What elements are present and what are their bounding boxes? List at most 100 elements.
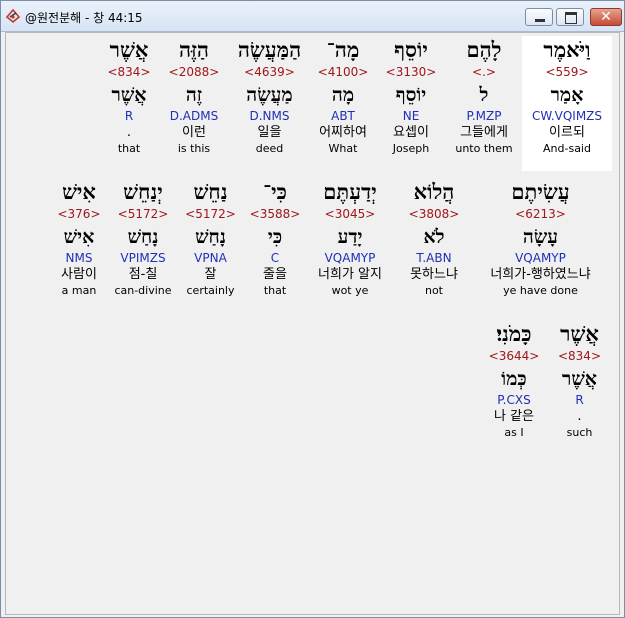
english-gloss: What [328,142,358,155]
english-gloss: unto them [455,142,513,155]
strong-number: <4100> [317,65,369,79]
parsing-code: VPNA [194,251,227,265]
parsing-code: R [575,393,584,407]
word-column[interactable]: יְדַעְתֶּם <3045> יָדַע VQAMYP 너희가 알지 wot ye [305,178,395,313]
strong-number: <2088> [168,65,220,79]
english-gloss: And-said [543,142,591,155]
parsing-code: D.NMS [249,109,290,123]
hebrew-word: כִּי־ [263,179,287,204]
strong-number: <5172> [117,207,169,221]
hebrew-word: אֲשֶׁר [560,321,599,346]
hebrew-lemma: יוֹסֵף [395,84,427,106]
hebrew-lemma: נָחַשׁ [195,226,226,248]
strong-number: <376> [57,207,101,221]
strong-number: <834> [107,65,151,79]
korean-gloss: 어찌하여 [319,125,367,140]
strong-number: <834> [557,349,601,363]
hebrew-word: לָהֶם [466,37,502,62]
word-column[interactable]: הַמַּעֲשֶׂה <4639> מַעֲשֶׂה D.NMS 일을 deed [229,36,310,171]
strong-number: <3045> [324,207,376,221]
hebrew-lemma: לֹא [423,226,445,248]
english-gloss: Joseph [392,142,430,155]
hebrew-word: נַחֵשׁ [193,179,228,204]
strong-number: <3588> [249,207,301,221]
hebrew-lemma: יָדַע [337,226,363,248]
word-column[interactable]: מָה־ <4100> מָה ABT 어찌하여 What [310,36,376,171]
hebrew-lemma: זֶה [185,84,203,106]
word-column[interactable]: יוֹסֵף <3130> יוֹסֵף NE 요셉이 Joseph [376,36,446,171]
hebrew-word: אֲשֶׁר [109,37,149,62]
english-gloss: that [117,142,141,155]
maximize-button[interactable] [556,8,584,26]
close-icon: ✕ [600,9,612,25]
strong-number: <5172> [185,207,236,221]
hebrew-word: כָּמֹנִי׃ [496,321,532,346]
english-gloss: certainly [186,284,235,297]
close-button[interactable]: ✕ [590,8,622,26]
strong-number: <6213> [515,207,566,221]
hebrew-lemma: נָחַשׁ [127,226,159,248]
hebrew-lemma: כְּמוֹ [501,368,527,390]
english-gloss: deed [255,142,284,155]
word-column[interactable]: עֲשִׂיתֶם <6213> עָשָׂה VQAMYP 너희가-행하였느냐 ye h… [473,178,608,313]
title-bar[interactable]: @원전분해 - 창 44:15 ✕ [1,1,624,32]
minimize-button[interactable] [525,8,553,26]
english-gloss: not [424,284,443,297]
hebrew-lemma: מָה [331,84,355,106]
strong-number: <559> [545,65,589,79]
hebrew-word: וַיֹּאמֶר [543,37,591,62]
parsing-code: ABT [331,109,355,123]
word-column[interactable]: הֲלוֹא <3808> לֹא T.ABN 못하느냐 not [395,178,473,313]
hebrew-lemma: עָשָׂה [522,226,559,248]
parsing-code: CW.VQIMZS [531,109,603,123]
parsing-code: D.ADMS [169,109,219,123]
hebrew-word: אִישׁ [62,179,96,204]
word-column[interactable]: יְנַחֵשׁ <5172> נָחַשׁ VPIMZS 점-칠 can-divine [110,178,176,313]
app-window: @원전분해 - 창 44:15 ✕ וַיֹּאמֶר <559> אָמַר CW.… [0,0,625,618]
hebrew-lemma: כִּי [267,226,283,248]
hebrew-word: מָה־ [326,37,360,62]
strong-number: <3808> [408,207,460,221]
word-column[interactable]: לָהֶם <.> ל P.MZP 그들에게 unto them [446,36,522,171]
english-gloss: such [566,426,593,439]
word-column[interactable]: נַחֵשׁ <5172> נָחַשׁ VPNA 잘 certainly [176,178,245,313]
parsing-code: R [124,109,134,123]
korean-gloss: 나 같은 [493,409,534,424]
hebrew-lemma: אֲשֶׁר [111,84,147,106]
english-gloss: that [263,284,287,297]
korean-gloss: 줄을 [263,267,287,282]
english-gloss: can-divine [114,284,172,297]
strong-number: <4639> [244,65,295,79]
word-column[interactable]: אִישׁ <376> אִישׁ NMS 사람이 a man [48,178,110,313]
parsing-code: VQAMYP [324,251,376,265]
hebrew-word: יְנַחֵשׁ [123,179,163,204]
window-title: @원전분해 - 창 44:15 [25,11,143,25]
minimize-icon [535,19,545,22]
korean-gloss: . [577,409,582,424]
hebrew-lemma: ל [479,84,489,106]
strong-number: <.> [472,65,496,79]
hebrew-word: עֲשִׂיתֶם [511,179,570,204]
parsing-code: P.CXS [497,393,531,407]
korean-gloss: 너희가 알지 [318,267,382,282]
parsing-code: T.ABN [416,251,452,265]
hebrew-word: הַמַּעֲשֶׂה [237,37,302,62]
word-column[interactable]: וַיֹּאמֶר <559> אָמַר CW.VQIMZS 이르되 And-said [522,36,612,171]
word-column[interactable]: הַזֶּה <2088> זֶה D.ADMS 이런 is this [159,36,229,171]
word-column[interactable]: אֲשֶׁר <834> אֲשֶׁר R. that [99,36,159,171]
word-column[interactable]: כָּמֹנִי׃ <3644> כְּמוֹ P.CXS 나 같은 as I [481,320,547,455]
hebrew-lemma: אִישׁ [63,226,95,248]
interlinear-panel: וַיֹּאמֶר <559> אָמַר CW.VQIMZS 이르되 And-said ל… [5,32,620,615]
parsing-code: P.MZP [466,109,502,123]
korean-gloss: 요셉이 [393,125,429,140]
word-column[interactable]: אֲשֶׁר <834> אֲשֶׁר R. such [547,320,612,455]
parsing-code: VPIMZS [120,251,166,265]
parsing-code: VQAMYP [515,251,566,265]
maximize-icon [565,12,577,24]
korean-gloss: 이런 [182,125,206,140]
korean-gloss: 점-칠 [128,267,158,282]
word-column[interactable]: כִּי־ <3588> כִּי C 줄을 that [245,178,305,313]
parsing-code: NE [402,109,420,123]
english-gloss: ye have done [503,284,578,297]
hebrew-lemma: מַעֲשֶׂה [246,84,293,106]
